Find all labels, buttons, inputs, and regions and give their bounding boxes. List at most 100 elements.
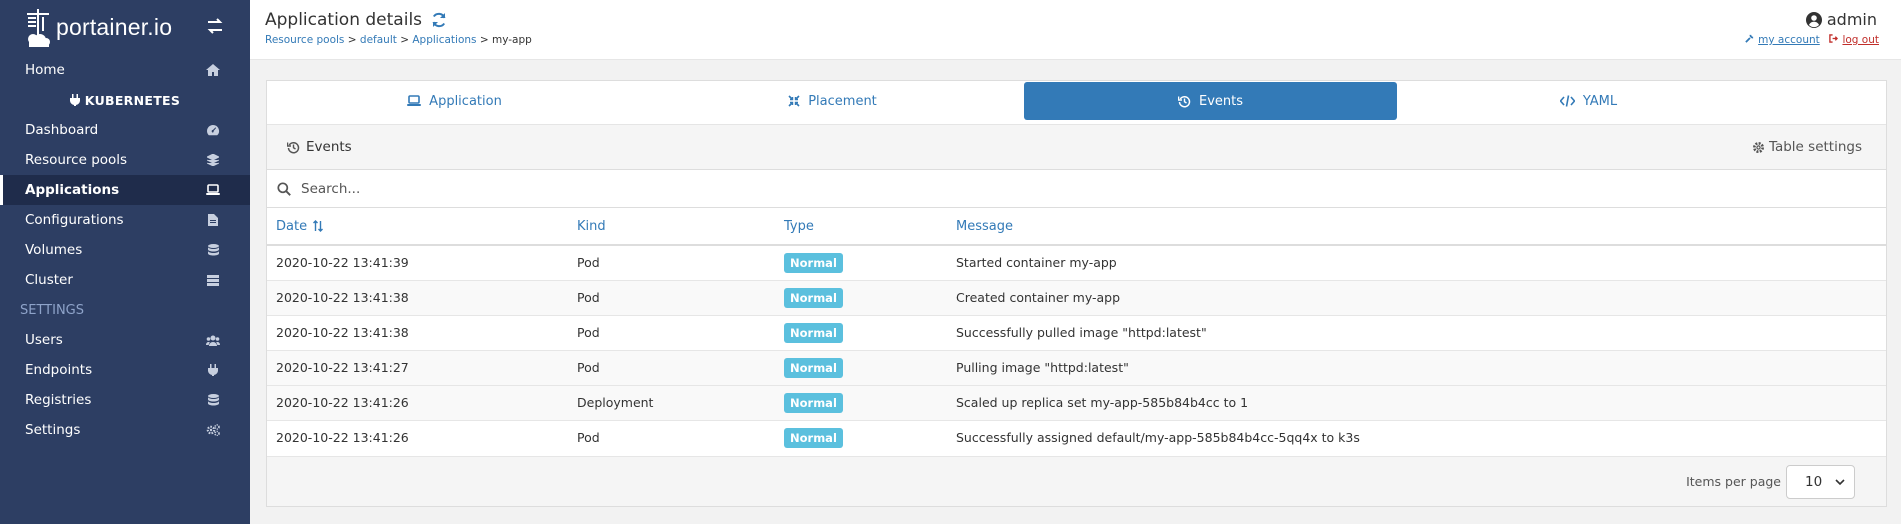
status-badge: Normal: [784, 427, 843, 448]
column-date[interactable]: Date: [267, 208, 568, 246]
sidebar-item-settings[interactable]: Settings: [0, 415, 250, 445]
file-icon: [206, 213, 220, 227]
sidebar-item-configurations[interactable]: Configurations: [0, 205, 250, 235]
cell-kind: Pod: [577, 430, 600, 446]
cell-message: Successfully pulled image "httpd:latest": [947, 315, 1886, 351]
table-row: 2020-10-22 13:41:26 Deployment Normal Sc…: [267, 385, 1886, 421]
portainer-logo-icon: [24, 7, 54, 49]
gear-icon: [1752, 141, 1765, 154]
column-type[interactable]: Type: [775, 208, 947, 246]
status-badge: Normal: [784, 392, 843, 413]
events-table: Date Kind Type Message 2020-10-22 13:41:…: [267, 208, 1886, 455]
table-row: 2020-10-22 13:41:27 Pod Normal Pulling i…: [267, 350, 1886, 386]
logo[interactable]: portainer.io: [0, 0, 250, 55]
search-input[interactable]: [301, 180, 1101, 197]
sidebar-item-registries[interactable]: Registries: [0, 385, 250, 415]
cell-type: Normal: [775, 350, 947, 386]
cell-kind: Pod: [568, 315, 775, 351]
sidebar-item-home[interactable]: Home: [0, 55, 250, 85]
status-badge: Normal: [784, 252, 843, 273]
table-row: 2020-10-22 13:41:38 Pod Normal Created c…: [267, 280, 1886, 316]
tab-placement[interactable]: Placement: [646, 82, 1019, 120]
sort-icon: [313, 220, 324, 232]
cell-kind: Deployment: [568, 385, 775, 421]
items-per-page-label: Items per page: [1686, 474, 1781, 489]
sidebar-endpoint-title: KUBERNETES: [0, 85, 250, 115]
layers-icon: [206, 153, 220, 167]
cell-kind: Pod: [568, 350, 775, 386]
cell-message: Pulling image "httpd:latest": [947, 350, 1886, 386]
log-out-link[interactable]: log out: [1842, 34, 1879, 46]
sidebar-item-dashboard[interactable]: Dashboard: [0, 115, 250, 145]
cell-date: 2020-10-22 13:41:39: [267, 245, 568, 281]
breadcrumb: Resource pools > default > Applications …: [265, 34, 532, 46]
breadcrumb-current: my-app: [492, 34, 532, 46]
user-links: my account log out: [1745, 34, 1879, 46]
status-badge: Normal: [784, 357, 843, 378]
sidebar-item-volumes[interactable]: Volumes: [0, 235, 250, 265]
cell-kind: Pod: [568, 245, 775, 281]
tab-application[interactable]: Application: [268, 82, 641, 120]
toggle-sidebar-icon[interactable]: [206, 18, 224, 39]
tab-yaml[interactable]: YAML: [1402, 82, 1775, 120]
cogs-icon: [206, 423, 220, 437]
cell-message: Scaled up replica set my-app-585b84b4cc …: [947, 385, 1886, 421]
events-widget-title: Events: [287, 139, 352, 155]
sidebar: portainer.io Home KUBERNETES Dashboard R…: [0, 0, 250, 524]
code-icon: [1559, 95, 1575, 107]
sidebar-section-settings: SETTINGS: [20, 302, 85, 318]
home-icon: [206, 63, 220, 77]
cell-message: Successfully assigned default/my-app-585…: [956, 430, 1360, 446]
sign-out-icon: [1829, 34, 1841, 46]
table-row: 2020-10-22 13:41:38 Pod Normal Successfu…: [267, 315, 1886, 351]
page-title: Application details: [265, 10, 447, 30]
search-bar: [267, 170, 1886, 208]
events-widget-header: Events Table settings: [267, 125, 1886, 170]
history-icon: [287, 141, 300, 154]
username: admin: [1826, 10, 1877, 29]
tab-events[interactable]: Events: [1024, 82, 1397, 120]
sidebar-item-cluster[interactable]: Cluster: [0, 265, 250, 295]
sidebar-item-users[interactable]: Users: [0, 325, 250, 355]
user-menu: admin: [1805, 10, 1877, 29]
sidebar-item-resource-pools[interactable]: Resource pools: [0, 145, 250, 175]
database-icon: [206, 393, 220, 407]
users-icon: [206, 333, 220, 347]
column-message[interactable]: Message: [947, 208, 1886, 246]
cell-type: Normal: [775, 315, 947, 351]
breadcrumb-applications[interactable]: Applications: [412, 34, 476, 46]
status-badge: Normal: [784, 322, 843, 343]
refresh-icon[interactable]: [431, 12, 447, 28]
cell-type: Normal: [775, 420, 947, 455]
page-header: Application details Resource pools > def…: [250, 0, 1901, 60]
laptop-icon: [407, 95, 422, 107]
cell-date: 2020-10-22 13:41:26: [276, 430, 409, 446]
table-settings-button[interactable]: Table settings: [1752, 139, 1862, 155]
cell-message: Started container my-app: [947, 245, 1886, 281]
sidebar-item-endpoints[interactable]: Endpoints: [0, 355, 250, 385]
plug-icon: [69, 94, 80, 106]
cell-kind: Pod: [568, 280, 775, 316]
cell-type: Normal: [775, 280, 947, 316]
compress-icon: [788, 95, 800, 107]
tabs: Application Placement Events YAML: [267, 81, 1886, 125]
my-account-link[interactable]: my account: [1758, 34, 1820, 46]
table-row: 2020-10-22 13:41:39 Pod Normal Started c…: [267, 245, 1886, 281]
sidebar-item-applications[interactable]: Applications: [0, 175, 250, 205]
items-per-page-select[interactable]: 10: [1786, 465, 1855, 499]
cell-type: Normal: [775, 385, 947, 421]
status-badge: Normal: [784, 287, 843, 308]
breadcrumb-resource-pools[interactable]: Resource pools: [265, 34, 344, 46]
dashboard-icon: [206, 123, 220, 137]
breadcrumb-default[interactable]: default: [360, 34, 397, 46]
database-icon: [206, 243, 220, 257]
plug-icon: [206, 363, 220, 377]
cell-date: 2020-10-22 13:41:38: [267, 315, 568, 351]
history-icon: [1177, 95, 1191, 108]
server-icon: [206, 273, 220, 287]
brand-name: portainer.io: [56, 14, 173, 40]
cell-date: 2020-10-22 13:41:27: [267, 350, 568, 386]
search-icon: [277, 181, 291, 196]
wrench-icon: [1745, 34, 1757, 46]
column-kind[interactable]: Kind: [568, 208, 775, 246]
